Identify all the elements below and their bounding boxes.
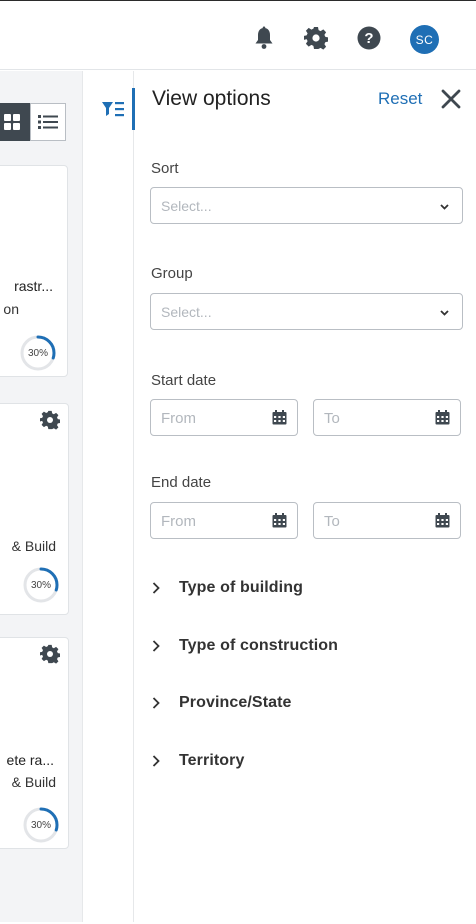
accordion-territory[interactable]: Territory [149,746,459,776]
project-list-pane: rastr... on 30% & Build 30% ete ra... & … [0,71,82,922]
progress-label: 30% [27,347,48,359]
accordion-label: Type of building [179,579,303,596]
help-icon[interactable]: ? [356,25,382,51]
group-label: Group [151,265,193,282]
progress-ring: 30% [22,806,60,844]
group-select[interactable]: Select... [150,293,463,330]
view-options-tab[interactable] [93,88,135,130]
close-icon[interactable] [440,88,462,110]
card-settings-icon[interactable] [39,410,61,430]
progress-label: 30% [30,819,51,831]
project-card[interactable]: ete ra... & Build 30% [0,637,69,849]
sort-select[interactable]: Select... [150,187,463,224]
chevron-down-icon [440,310,449,316]
sort-label: Sort [151,160,179,177]
project-subtitle: on [3,301,19,317]
project-title: rastr... [14,278,53,294]
panel-title: View options [152,87,271,110]
view-options-panel: View options Reset Sort Select... Group … [135,71,476,922]
accordion-label: Territory [179,752,245,769]
grid-view-button[interactable] [0,103,30,141]
project-subtitle: & Build [11,538,56,554]
card-settings-icon[interactable] [39,644,61,664]
group-placeholder: Select... [161,304,212,320]
end-date-from-input[interactable]: From [150,502,298,539]
end-date-from-placeholder: From [161,513,196,530]
top-bar: ? SC [0,0,476,70]
chevron-down-icon [440,204,449,210]
chevron-right-icon [152,755,160,767]
calendar-icon[interactable] [435,410,450,425]
svg-text:?: ? [364,30,373,47]
grid-icon [4,114,20,130]
calendar-icon[interactable] [272,410,287,425]
end-date-to-input[interactable]: To [313,502,461,539]
calendar-icon[interactable] [435,513,450,528]
start-date-from-placeholder: From [161,410,196,427]
project-title: ete ra... [6,752,54,768]
chevron-right-icon [152,582,160,594]
accordion-label: Province/State [179,694,292,711]
filter-tab-strip [82,71,135,922]
progress-ring: 30% [22,566,60,604]
view-toggle [0,103,66,141]
end-date-to-placeholder: To [324,513,340,530]
progress-ring: 30% [19,334,57,372]
accordion-label: Type of construction [179,637,339,654]
start-date-label: Start date [151,372,217,389]
filter-list-icon [101,102,124,117]
calendar-icon[interactable] [272,513,287,528]
start-date-to-placeholder: To [324,410,340,427]
start-date-from-input[interactable]: From [150,399,298,436]
list-view-button[interactable] [30,103,66,141]
avatar[interactable]: SC [410,25,439,54]
accordion-type-of-building[interactable]: Type of building [149,573,459,603]
gear-icon[interactable] [303,25,329,51]
end-date-label: End date [151,474,212,491]
reset-button[interactable]: Reset [378,89,422,109]
progress-label: 30% [30,579,51,591]
chevron-right-icon [152,640,160,652]
chevron-right-icon [152,697,160,709]
accordion-type-of-construction[interactable]: Type of construction [149,631,459,661]
project-card[interactable]: & Build 30% [0,403,69,615]
list-icon [38,115,58,129]
project-card[interactable]: rastr... on 30% [0,165,68,377]
sort-placeholder: Select... [161,198,212,214]
bell-icon[interactable] [251,25,277,51]
project-subtitle: & Build [11,774,56,790]
accordion-province-state[interactable]: Province/State [149,688,459,718]
start-date-to-input[interactable]: To [313,399,461,436]
